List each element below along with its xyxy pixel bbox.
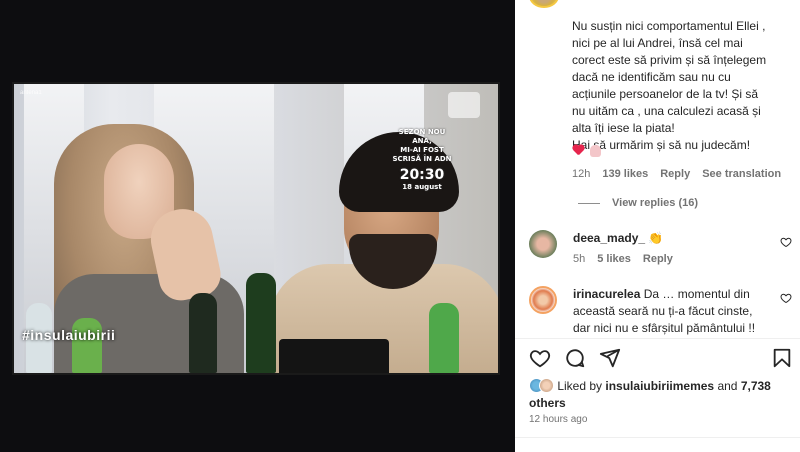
bottle xyxy=(246,273,276,373)
reply-text: 👏 xyxy=(648,231,664,245)
comments-panel: Nu susțin nici comportamentul Ellei , ni… xyxy=(515,0,800,452)
comment-line: dacă ne identificăm sau nu cu xyxy=(572,70,731,84)
channel-logo xyxy=(448,92,480,118)
post-media: antena1 #insulaiubirii SEZON NOU ANA, MI… xyxy=(0,0,515,452)
reply-item: irinacurelea Da … momentul din această s… xyxy=(529,286,794,338)
avatar[interactable] xyxy=(529,286,557,314)
reply-text: dar nici nu e sfârșitul pământului !! xyxy=(573,321,756,335)
divider-line xyxy=(578,202,600,204)
comment-line: Nu susțin nici comportamentul Ellei , xyxy=(572,19,766,33)
liked-by-count[interactable]: 7,738 xyxy=(741,379,771,393)
comment-line: Hai să urmărim și să nu judecăm! xyxy=(572,138,751,152)
promo-line: MI-AI FOST xyxy=(400,146,444,154)
promo-line: ANA, xyxy=(412,137,432,145)
divider xyxy=(515,437,800,438)
view-replies-label: View replies (16) xyxy=(612,197,699,209)
promo-line: SEZON NOU xyxy=(398,128,446,136)
avatar[interactable] xyxy=(529,0,559,8)
laptop xyxy=(279,339,389,373)
bottle xyxy=(429,303,459,373)
promo-overlay: SEZON NOU ANA, MI-AI FOST SCRISĂ ÎN ADN … xyxy=(392,128,452,192)
reply-meta: 5h 5 likes Reply xyxy=(573,251,778,268)
reply-button[interactable]: Reply xyxy=(660,168,690,180)
reply-button[interactable]: Reply xyxy=(643,251,673,268)
comment-emojis xyxy=(572,145,602,159)
promo-time: 20:30 xyxy=(399,167,445,183)
reply-item: deea_mady_ 👏 5h 5 likes Reply xyxy=(529,230,794,270)
share-icon[interactable] xyxy=(599,347,621,369)
post-timestamp[interactable]: 12 hours ago xyxy=(529,414,587,425)
avatar xyxy=(539,378,554,393)
reply-likes-link[interactable]: 5 likes xyxy=(597,251,631,268)
comment-line: nici pe al lui Andrei, însă cel mai xyxy=(572,36,743,50)
show-logo: #insulaiubirii xyxy=(22,327,116,343)
reply-body: deea_mady_ 👏 5h 5 likes Reply xyxy=(573,230,778,268)
avatar[interactable] xyxy=(529,230,557,258)
red-heart-icon xyxy=(572,145,584,156)
reply-text: Da … momentul din xyxy=(643,287,750,301)
like-icon[interactable] xyxy=(529,347,551,369)
liked-by-summary: Liked by insulaiubiriimemes and 7,738 ot… xyxy=(529,378,789,412)
heart-icon[interactable] xyxy=(780,236,792,248)
bottle xyxy=(189,293,217,373)
liked-by-prefix: Liked by xyxy=(557,379,603,393)
reply-body: irinacurelea Da … momentul din această s… xyxy=(573,286,778,337)
see-translation-button[interactable]: See translation xyxy=(702,168,781,180)
reply-username[interactable]: deea_mady_ xyxy=(573,231,645,245)
channel-tag: antena1 xyxy=(20,90,42,96)
comment-icon[interactable] xyxy=(564,347,586,369)
comment-line: acțiunile persoanelor de la tv! Și să xyxy=(572,87,759,101)
tv-screen-photo: antena1 #insulaiubirii SEZON NOU ANA, MI… xyxy=(12,82,500,375)
promo-line: SCRISĂ ÎN ADN xyxy=(392,155,452,163)
reply-username[interactable]: irinacurelea xyxy=(573,287,640,301)
comment-time: 12h xyxy=(572,168,591,180)
view-replies-button[interactable]: View replies (16) xyxy=(578,197,698,209)
save-icon[interactable] xyxy=(771,347,793,369)
main-comment-text: Nu susțin nici comportamentul Ellei , ni… xyxy=(572,18,792,154)
comment-line: nu uităm ca , una calculezi acasă și xyxy=(572,104,761,118)
reply-text: această seară nu ți-a făcut cinste, xyxy=(573,304,753,318)
heart-icon[interactable] xyxy=(780,292,792,304)
comment-meta: 12h 139 likes Reply See translation xyxy=(572,168,781,180)
liked-by-and: and xyxy=(717,379,738,393)
praying-hands-icon xyxy=(590,145,602,157)
comment-likes-link[interactable]: 139 likes xyxy=(602,168,648,180)
reply-time: 5h xyxy=(573,253,586,265)
liked-by-others[interactable]: others xyxy=(529,396,566,410)
liked-by-username[interactable]: insulaiubiriimemes xyxy=(605,379,714,393)
comment-line: corect este să privim și să înțelegem xyxy=(572,53,767,67)
promo-date: 18 august xyxy=(402,183,442,191)
post-actions-bar xyxy=(515,338,800,378)
comment-line: alta îți iese la piata! xyxy=(572,121,675,135)
